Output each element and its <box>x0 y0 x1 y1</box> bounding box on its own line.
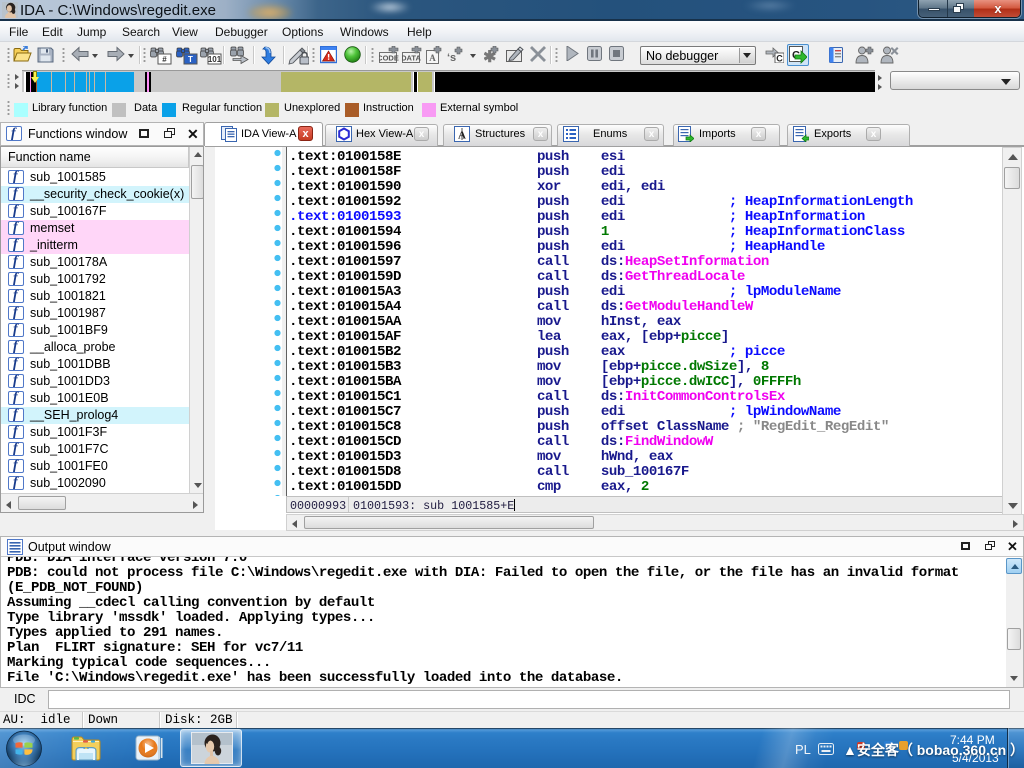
svg-text:CODE: CODE <box>379 54 399 63</box>
svg-text:T: T <box>188 55 193 64</box>
svg-text:‘s: ‘s <box>447 52 456 64</box>
svg-text:#: # <box>162 55 167 64</box>
svg-text:A: A <box>429 53 436 63</box>
svg-text:DATA: DATA <box>402 54 421 63</box>
svg-text:101: 101 <box>208 55 222 64</box>
svg-text:C: C <box>776 54 783 64</box>
